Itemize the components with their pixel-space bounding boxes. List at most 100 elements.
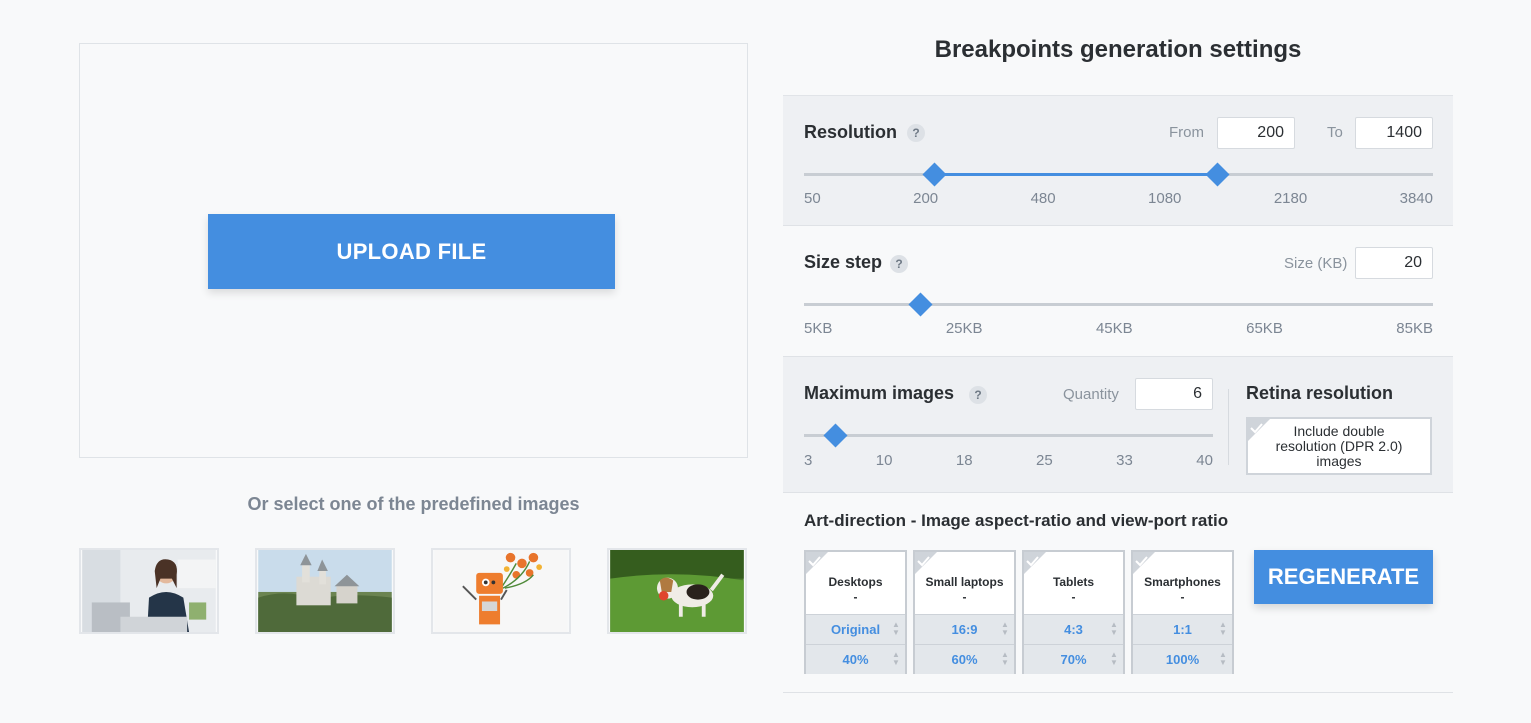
- device-card-header[interactable]: Smartphones -: [1133, 552, 1232, 614]
- robot-with-flowers-image: [434, 550, 568, 632]
- size-step-tick: 45KB: [1095, 320, 1133, 337]
- device-dash: -: [853, 590, 858, 604]
- device-dash: -: [1071, 590, 1076, 604]
- stepper-arrows-icon: ▲ ▼: [1110, 620, 1118, 637]
- size-step-tick: 85KB: [1396, 320, 1433, 337]
- resolution-to-handle[interactable]: [1205, 162, 1230, 187]
- resolution-from-input[interactable]: [1217, 117, 1295, 149]
- device-card-small-laptops[interactable]: Small laptops - 16:9 ▲ ▼ 60% ▲ ▼: [913, 550, 1016, 674]
- size-step-tick: 65KB: [1246, 320, 1283, 337]
- max-images-handle[interactable]: [823, 423, 848, 448]
- retina-title: Retina resolution: [1246, 383, 1394, 403]
- viewport-ratio-value: 100%: [1165, 652, 1200, 667]
- to-label: To: [1327, 124, 1343, 141]
- stepper-arrows-icon: ▲ ▼: [1110, 650, 1118, 667]
- device-name: Tablets: [1052, 575, 1095, 589]
- max-images-title: Maximum images: [804, 383, 955, 403]
- size-step-title: Size step: [804, 252, 883, 272]
- device-card-header[interactable]: Tablets -: [1024, 552, 1123, 614]
- resolution-slider-range: [935, 173, 1218, 176]
- resolution-title: Resolution: [804, 122, 897, 142]
- aspect-ratio-select[interactable]: 16:9 ▲ ▼: [915, 614, 1014, 644]
- resolution-tick: 50: [804, 190, 821, 207]
- viewport-ratio-select[interactable]: 100% ▲ ▼: [1133, 644, 1232, 674]
- resolution-tick: 2180: [1273, 190, 1308, 207]
- size-step-handle[interactable]: [908, 292, 933, 317]
- max-images-quantity-input[interactable]: [1135, 378, 1213, 410]
- device-name: Smartphones: [1144, 575, 1221, 589]
- device-dash: -: [962, 590, 967, 604]
- predefined-image-woman[interactable]: [79, 548, 219, 634]
- resolution-tick: 200: [913, 190, 939, 207]
- resolution-panel: Resolution ? From To 50 200 480 1080 218…: [783, 95, 1453, 226]
- checkmark-icon: [1024, 552, 1046, 574]
- viewport-ratio-select[interactable]: 60% ▲ ▼: [915, 644, 1014, 674]
- device-name: Desktops: [828, 575, 883, 589]
- retina-checkbox[interactable]: Include double resolution (DPR 2.0) imag…: [1246, 417, 1432, 475]
- aspect-ratio-value: 4:3: [1064, 622, 1083, 637]
- viewport-ratio-value: 60%: [951, 652, 978, 667]
- size-step-tick: 25KB: [945, 320, 983, 337]
- puppy-on-grass-image: [610, 550, 744, 632]
- viewport-ratio-select[interactable]: 40% ▲ ▼: [806, 644, 905, 674]
- device-card-smartphones[interactable]: Smartphones - 1:1 ▲ ▼ 100% ▲ ▼: [1131, 550, 1234, 674]
- device-card-tablets[interactable]: Tablets - 4:3 ▲ ▼ 70% ▲ ▼: [1022, 550, 1125, 674]
- resolution-to-input[interactable]: [1355, 117, 1433, 149]
- section-divider: [1228, 389, 1229, 465]
- retina-checkbox-label: Include double resolution (DPR 2.0) imag…: [1275, 422, 1403, 469]
- aspect-ratio-select[interactable]: 4:3 ▲ ▼: [1024, 614, 1123, 644]
- max-images-tick: 33: [1116, 452, 1133, 469]
- max-images-ticks: 3 10 18 25 33 40: [804, 452, 1213, 469]
- checkmark-icon: [1248, 419, 1270, 441]
- viewport-ratio-value: 40%: [842, 652, 869, 667]
- max-images-slider-track[interactable]: [804, 434, 1213, 437]
- device-card-header[interactable]: Desktops -: [806, 552, 905, 614]
- size-step-panel: Size step ? Size (KB) 5KB 25KB 45KB 65KB…: [783, 226, 1453, 357]
- stepper-arrows-icon: ▲ ▼: [892, 620, 900, 637]
- device-card-header[interactable]: Small laptops -: [915, 552, 1014, 614]
- quantity-label: Quantity: [1063, 386, 1119, 403]
- predefined-images-label: Or select one of the predefined images: [247, 494, 580, 514]
- stepper-arrows-icon: ▲ ▼: [1001, 650, 1009, 667]
- castle-landscape-image: [258, 550, 392, 632]
- device-name: Small laptops: [925, 575, 1004, 589]
- max-images-tick: 25: [1036, 452, 1053, 469]
- resolution-help-icon[interactable]: ?: [907, 124, 925, 142]
- max-images-tick: 3: [804, 452, 813, 469]
- checkmark-icon: [806, 552, 828, 574]
- predefined-image-puppy[interactable]: [607, 548, 747, 634]
- size-step-input[interactable]: [1355, 247, 1433, 279]
- resolution-tick: 480: [1030, 190, 1056, 207]
- from-label: From: [1169, 124, 1204, 141]
- regenerate-button[interactable]: REGENERATE: [1254, 550, 1433, 604]
- predefined-image-robot[interactable]: [431, 548, 571, 634]
- size-step-slider-track[interactable]: [804, 303, 1433, 306]
- max-images-panel: Maximum images ? Quantity 3 10 18 25 33 …: [783, 357, 1453, 493]
- art-direction-title: Art-direction - Image aspect-ratio and v…: [804, 511, 1229, 530]
- device-dash: -: [1180, 590, 1185, 604]
- predefined-image-castle[interactable]: [255, 548, 395, 634]
- checkmark-icon: [915, 552, 937, 574]
- viewport-ratio-select[interactable]: 70% ▲ ▼: [1024, 644, 1123, 674]
- size-step-ticks: 5KB 25KB 45KB 65KB 85KB: [804, 320, 1433, 337]
- max-images-help-icon[interactable]: ?: [969, 386, 987, 404]
- stepper-arrows-icon: ▲ ▼: [892, 650, 900, 667]
- settings-title: Breakpoints generation settings: [934, 36, 1302, 63]
- woman-at-laptop-image: [82, 550, 216, 632]
- art-direction-panel: Art-direction - Image aspect-ratio and v…: [783, 493, 1453, 693]
- aspect-ratio-select[interactable]: 1:1 ▲ ▼: [1133, 614, 1232, 644]
- viewport-ratio-value: 70%: [1060, 652, 1087, 667]
- aspect-ratio-select[interactable]: Original ▲ ▼: [806, 614, 905, 644]
- resolution-tick: 1080: [1148, 190, 1182, 207]
- aspect-ratio-value: 16:9: [951, 622, 978, 637]
- size-step-tick: 5KB: [804, 320, 833, 337]
- max-images-tick: 10: [875, 452, 893, 469]
- size-kb-label: Size (KB): [1284, 255, 1348, 272]
- max-images-tick: 40: [1196, 452, 1213, 469]
- size-step-help-icon[interactable]: ?: [890, 255, 908, 273]
- upload-dropzone[interactable]: UPLOAD FILE: [79, 43, 748, 458]
- device-card-desktops[interactable]: Desktops - Original ▲ ▼ 40% ▲ ▼: [804, 550, 907, 674]
- stepper-arrows-icon: ▲ ▼: [1219, 650, 1227, 667]
- upload-file-button[interactable]: UPLOAD FILE: [208, 214, 615, 289]
- resolution-from-handle[interactable]: [922, 162, 947, 187]
